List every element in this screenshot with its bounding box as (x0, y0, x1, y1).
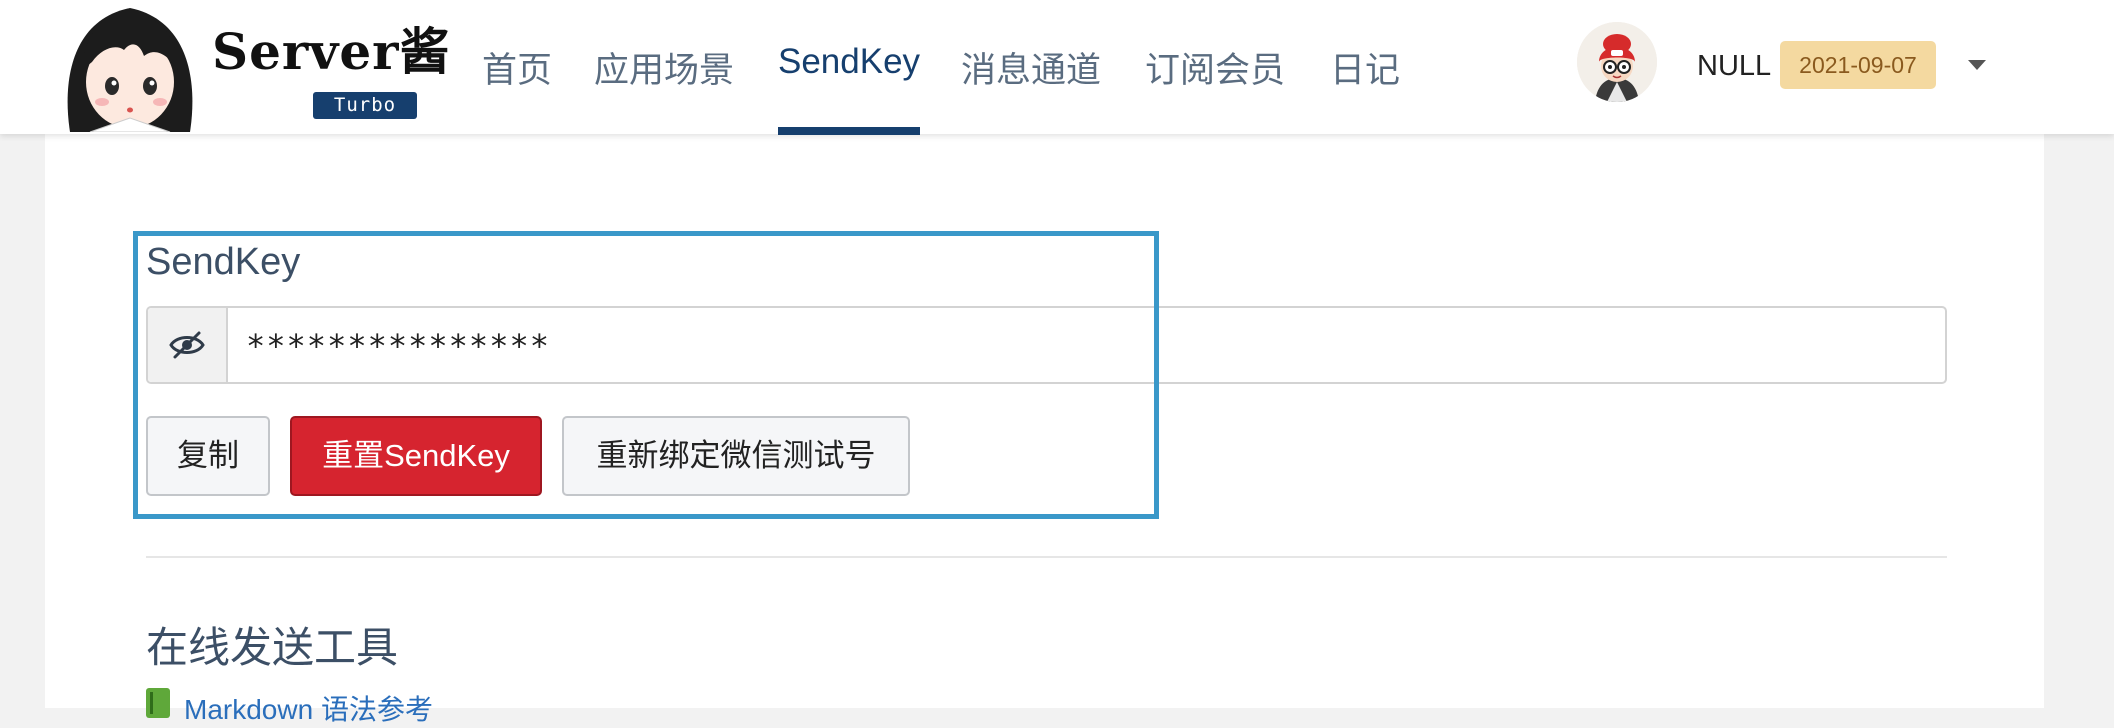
user-expiry-badge: 2021-09-07 (1780, 41, 1936, 89)
user-name[interactable]: NULL (1697, 50, 1771, 83)
sendkey-label: SendKey (146, 241, 301, 283)
online-tools-heading: 在线发送工具 (146, 624, 399, 671)
active-tab-indicator (778, 127, 920, 135)
markdown-reference-link[interactable]: Markdown 语法参考 (146, 688, 433, 728)
nav-item-membership[interactable]: 订阅会员 (1145, 42, 1285, 93)
nav-item-diary[interactable]: 日记 (1330, 42, 1400, 93)
nav-item-channels[interactable]: 消息通道 (961, 42, 1101, 93)
top-navbar: Server酱 Turbo 首页 应用场景 SendKey 消息通道 订阅会员 … (0, 0, 2114, 135)
copy-button[interactable]: 复制 (146, 416, 270, 496)
user-avatar[interactable] (1577, 22, 1657, 102)
chevron-down-icon[interactable] (1968, 60, 1986, 70)
toggle-visibility-button[interactable] (148, 308, 228, 382)
logo-avatar-image[interactable] (62, 0, 198, 132)
sendkey-input[interactable] (244, 308, 1928, 384)
logo-badge: Turbo (313, 92, 417, 119)
eye-slash-icon (169, 331, 205, 359)
rebind-wechat-button[interactable]: 重新绑定微信测试号 (562, 416, 910, 496)
reset-sendkey-button[interactable]: 重置SendKey (290, 416, 542, 496)
sendkey-input-group (146, 306, 1947, 384)
markdown-link-label: Markdown 语法参考 (184, 694, 433, 725)
nav-item-home[interactable]: 首页 (482, 42, 552, 93)
nav-item-sendkey[interactable]: SendKey (778, 42, 920, 82)
book-icon (146, 688, 170, 718)
nav-item-scenarios[interactable]: 应用场景 (594, 42, 734, 93)
logo-title[interactable]: Server酱 (212, 12, 450, 84)
section-divider (146, 556, 1947, 558)
